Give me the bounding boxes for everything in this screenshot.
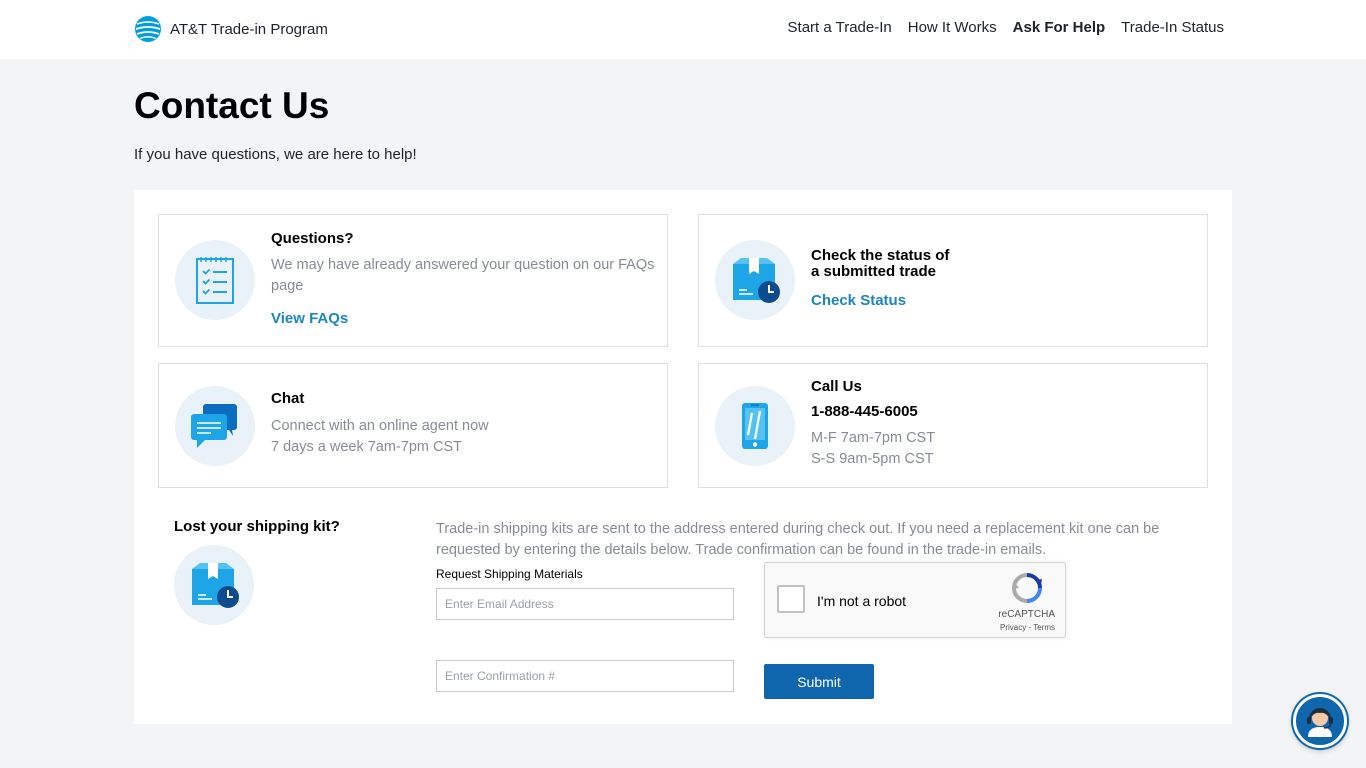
chat-bubbles-icon (191, 404, 237, 448)
status-icon-circle (715, 240, 795, 320)
call-icon-circle (715, 386, 795, 466)
kit-title: Lost your shipping kit? (174, 518, 340, 535)
kit-icon-circle (174, 545, 254, 625)
package-clock-icon (192, 563, 239, 608)
kit-description: Trade-in shipping kits are sent to the a… (436, 521, 1160, 558)
headset-agent-icon (1307, 708, 1333, 737)
faq-icon-circle (175, 240, 255, 320)
smartphone-icon (742, 403, 768, 449)
main-nav: Start a Trade-In How It Works Ask For He… (772, 19, 1224, 36)
chat-icon-circle (175, 386, 255, 466)
chat-desc-line2: 7 days a week 7am-7pm CST (271, 439, 462, 455)
att-globe-icon (135, 16, 161, 42)
faq-title: Questions? (271, 230, 354, 247)
recaptcha-widget: I'm not a robot reCAPTCHA Privacy - Term… (764, 562, 1066, 638)
nav-start-trade-in[interactable]: Start a Trade-In (788, 19, 892, 36)
package-clock-icon (733, 258, 780, 303)
chat-title: Chat (271, 390, 305, 407)
nav-trade-in-status[interactable]: Trade-In Status (1121, 19, 1224, 36)
call-title: Call Us (811, 378, 862, 395)
page-subtitle: If you have questions, we are here to he… (134, 146, 417, 163)
submit-button[interactable]: Submit (764, 664, 874, 699)
confirmation-input[interactable] (436, 660, 734, 692)
support-chat-button[interactable] (1293, 694, 1347, 748)
recaptcha-label: I'm not a robot (817, 593, 907, 609)
recaptcha-privacy-terms[interactable]: Privacy - Terms (1000, 623, 1055, 632)
faq-card: Questions? We may have already answered … (158, 214, 668, 347)
view-faqs-link[interactable]: View FAQs (271, 310, 348, 327)
checklist-icon (196, 257, 234, 304)
email-input[interactable] (436, 588, 734, 620)
call-phone[interactable]: 1-888-445-6005 (811, 403, 918, 420)
chat-card: Chat Connect with an online agent now 7 … (158, 363, 668, 488)
chat-desc-line1: Connect with an online agent now (271, 418, 489, 434)
page-title: Contact Us (134, 85, 330, 126)
faq-desc: We may have already answered your questi… (271, 257, 655, 294)
brand-name: AT&T Trade-in Program (170, 20, 328, 38)
status-title-line2: a submitted trade (811, 263, 937, 280)
recaptcha-logo-icon (1012, 573, 1042, 603)
site-header: AT&T Trade-in Program Start a Trade-In H… (0, 0, 1366, 59)
recaptcha-checkbox[interactable] (777, 585, 805, 613)
status-title-line1: Check the status of (811, 247, 950, 264)
call-card: Call Us 1-888-445-6005 M-F 7am-7pm CST S… (698, 363, 1208, 488)
brand[interactable]: AT&T Trade-in Program (134, 15, 328, 43)
check-status-link[interactable]: Check Status (811, 292, 906, 309)
recaptcha-brand: reCAPTCHA (998, 609, 1055, 620)
request-materials-label: Request Shipping Materials (436, 567, 583, 581)
status-card: Check the status of a submitted trade Ch… (698, 214, 1208, 347)
call-hours-weekend: S-S 9am-5pm CST (811, 451, 934, 467)
nav-how-it-works[interactable]: How It Works (908, 19, 997, 36)
call-hours-weekday: M-F 7am-7pm CST (811, 430, 936, 446)
nav-ask-for-help[interactable]: Ask For Help (1013, 19, 1106, 36)
